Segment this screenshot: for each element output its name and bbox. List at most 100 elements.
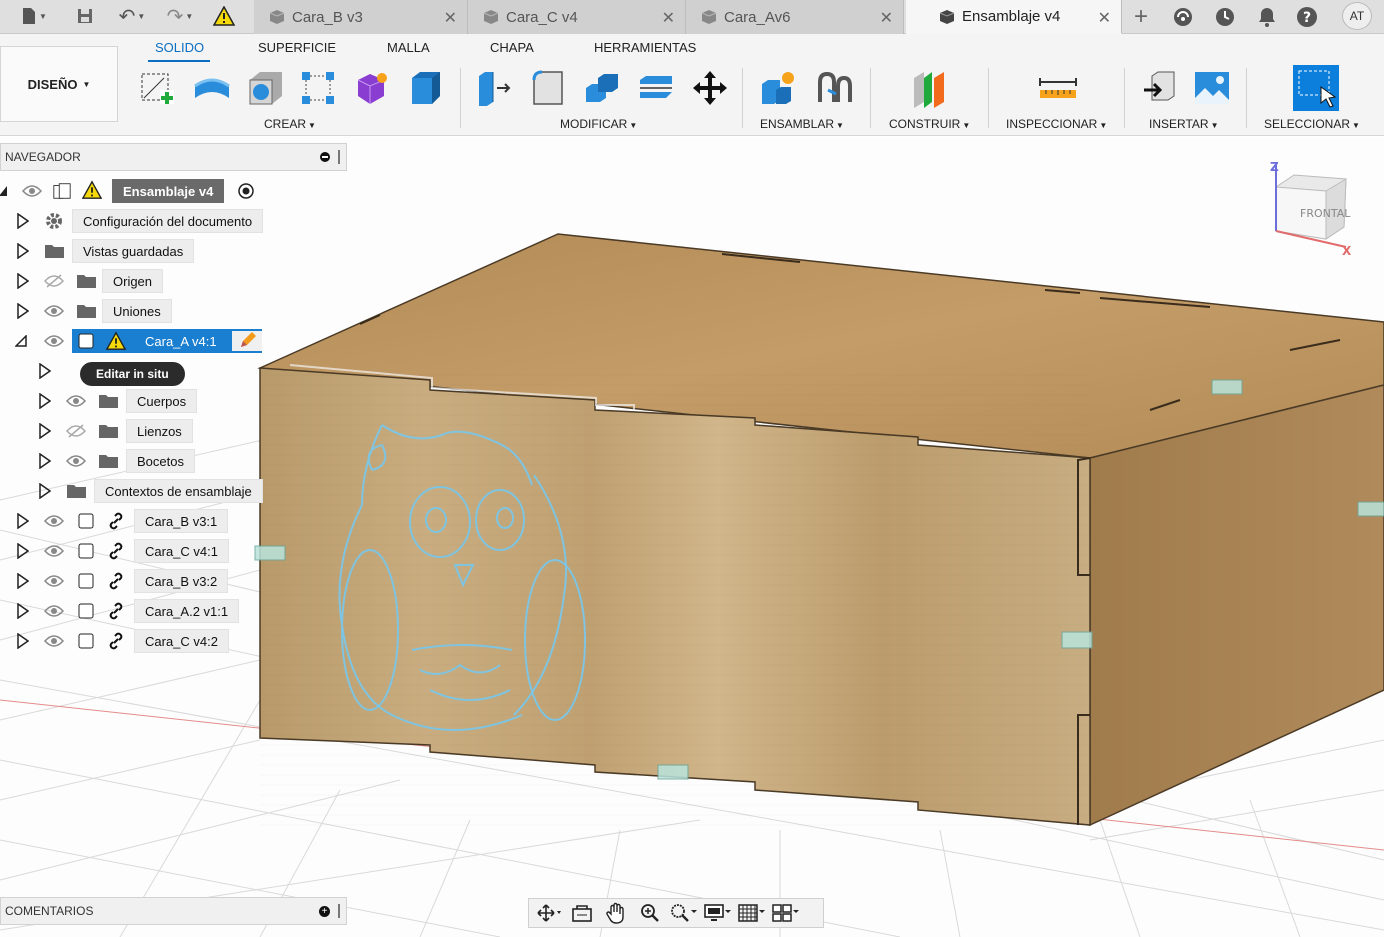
display-settings-button[interactable] (703, 901, 733, 925)
comments-panel-header[interactable]: COMENTARIOS + (0, 897, 347, 925)
rectangular-pattern-button[interactable] (296, 68, 340, 108)
activate-radio-icon[interactable] (236, 181, 256, 201)
pin-icon[interactable] (338, 904, 340, 918)
tree-item-uniones[interactable]: Uniones (102, 299, 172, 323)
tree-item-cuerpos[interactable]: Cuerpos (126, 389, 198, 413)
expand-triangle-icon[interactable] (38, 423, 52, 439)
extensions-button[interactable] (1168, 2, 1198, 32)
orbit-button[interactable] (533, 901, 563, 925)
select-button[interactable] (1290, 62, 1342, 114)
tree-item-origen[interactable]: Origen (102, 269, 164, 293)
fit-button[interactable] (669, 901, 699, 925)
group-seleccionar[interactable]: SELECCIONAR ▼ (1264, 117, 1360, 131)
move-copy-button[interactable] (688, 68, 732, 108)
grid-settings-button[interactable] (737, 901, 767, 925)
expand-triangle-icon[interactable] (16, 303, 30, 319)
expand-triangle-icon[interactable] (16, 633, 30, 649)
tab-ensamblaje[interactable]: Ensamblaje v4 ✕ (906, 0, 1122, 34)
new-component-button[interactable] (756, 68, 800, 108)
tree-item-vistas[interactable]: Vistas guardadas (72, 239, 195, 263)
eye-hidden-icon[interactable] (44, 271, 64, 291)
press-pull-button[interactable] (472, 68, 516, 108)
close-icon[interactable]: ✕ (1098, 8, 1111, 28)
tree-root-label[interactable]: Ensamblaje v4 (112, 179, 225, 203)
group-insertar[interactable]: INSERTAR ▼ (1149, 117, 1219, 131)
tree-item-cara-c-1[interactable]: Cara_C v4:1 (134, 539, 229, 563)
tab-herramientas[interactable]: HERRAMIENTAS (594, 40, 696, 55)
collapse-icon[interactable] (320, 152, 330, 162)
tree-item-config[interactable]: Configuración del documento (72, 209, 264, 233)
fillet-button[interactable] (526, 68, 570, 108)
tree-item-lienzos[interactable]: Lienzos (126, 419, 193, 443)
split-body-button[interactable] (634, 68, 678, 108)
tree-item-cara-a[interactable]: Cara_A v4:1 (134, 329, 228, 353)
look-at-button[interactable] (567, 901, 597, 925)
3d-viewport[interactable]: FRONTAL Z X (0, 137, 1384, 937)
expand-triangle-icon[interactable] (16, 573, 30, 589)
workspace-selector[interactable]: DISEÑO ▼ (0, 46, 118, 122)
eye-icon[interactable] (44, 601, 64, 621)
help-button[interactable]: ? (1292, 2, 1322, 32)
file-menu-button[interactable]: ▼ (14, 4, 54, 28)
tree-item-cara-b-1[interactable]: Cara_B v3:1 (134, 509, 229, 533)
tree-item-cara-a-row[interactable]: Cara_A v4:1 (72, 329, 262, 353)
eye-icon[interactable] (66, 451, 86, 471)
eye-icon[interactable] (44, 331, 64, 351)
tree-item-bocetos[interactable]: Bocetos (126, 449, 195, 473)
tree-item-cara-c-2[interactable]: Cara_C v4:2 (134, 629, 229, 653)
eye-icon[interactable] (44, 301, 64, 321)
job-status-button[interactable] (1210, 2, 1240, 32)
eye-hidden-icon[interactable] (66, 421, 86, 441)
collapse-triangle-icon[interactable] (0, 183, 10, 199)
group-crear[interactable]: CREAR ▼ (264, 117, 316, 131)
tab-cara-a[interactable]: Cara_Av6 ✕ (686, 0, 904, 34)
expand-triangle-icon[interactable] (38, 453, 52, 469)
tab-superficie[interactable]: SUPERFICIE (258, 40, 336, 55)
viewports-button[interactable] (771, 901, 801, 925)
expand-plus-icon[interactable]: + (319, 905, 330, 917)
joint-button[interactable] (812, 68, 856, 108)
group-modificar[interactable]: MODIFICAR ▼ (560, 117, 637, 131)
tree-item-cara-a-2[interactable]: Cara_A.2 v1:1 (134, 599, 240, 623)
create-sketch-button[interactable] (136, 68, 180, 108)
offset-plane-button[interactable] (908, 68, 952, 108)
close-icon[interactable]: ✕ (880, 8, 893, 28)
tab-cara-c[interactable]: Cara_C v4 ✕ (468, 0, 686, 34)
group-inspeccionar[interactable]: INSPECCIONAR ▼ (1006, 117, 1107, 131)
expand-triangle-icon[interactable] (16, 543, 30, 559)
tab-chapa[interactable]: CHAPA (490, 40, 534, 55)
eye-icon[interactable] (44, 541, 64, 561)
warning-button[interactable] (210, 4, 238, 28)
eye-icon[interactable] (22, 181, 42, 201)
expand-triangle-icon[interactable] (38, 483, 52, 499)
tab-malla[interactable]: MALLA (387, 40, 430, 55)
expand-triangle-icon[interactable] (16, 603, 30, 619)
insert-canvas-button[interactable] (1190, 68, 1234, 108)
redo-button[interactable]: ↷ ▼ (160, 4, 200, 28)
tree-item-contextos[interactable]: Contextos de ensamblaje (94, 479, 263, 503)
expand-triangle-icon[interactable] (16, 213, 30, 229)
extrude-button[interactable] (190, 68, 234, 108)
close-icon[interactable]: ✕ (444, 8, 457, 28)
save-button[interactable] (72, 4, 98, 28)
expand-triangle-icon[interactable] (16, 273, 30, 289)
eye-icon[interactable] (44, 631, 64, 651)
edit-pencil-icon[interactable] (232, 331, 262, 351)
tab-cara-b[interactable]: Cara_B v3 ✕ (254, 0, 468, 34)
combine-button[interactable] (580, 68, 624, 108)
scene-canvas[interactable] (0, 137, 1384, 937)
insert-derive-button[interactable] (1138, 68, 1182, 108)
pan-button[interactable] (601, 901, 631, 925)
close-icon[interactable]: ✕ (662, 8, 675, 28)
box-button[interactable] (404, 68, 448, 108)
group-construir[interactable]: CONSTRUIR ▼ (889, 117, 970, 131)
view-cube[interactable]: FRONTAL Z X (1264, 157, 1356, 259)
zoom-button[interactable] (635, 901, 665, 925)
expand-triangle-icon[interactable] (38, 393, 52, 409)
tree-item-cara-b-2[interactable]: Cara_B v3:2 (134, 569, 229, 593)
eye-icon[interactable] (66, 391, 86, 411)
notifications-button[interactable] (1252, 2, 1282, 32)
user-avatar[interactable]: AT (1342, 2, 1372, 30)
measure-button[interactable] (1036, 68, 1080, 108)
box-side-face[interactable] (1089, 384, 1384, 827)
